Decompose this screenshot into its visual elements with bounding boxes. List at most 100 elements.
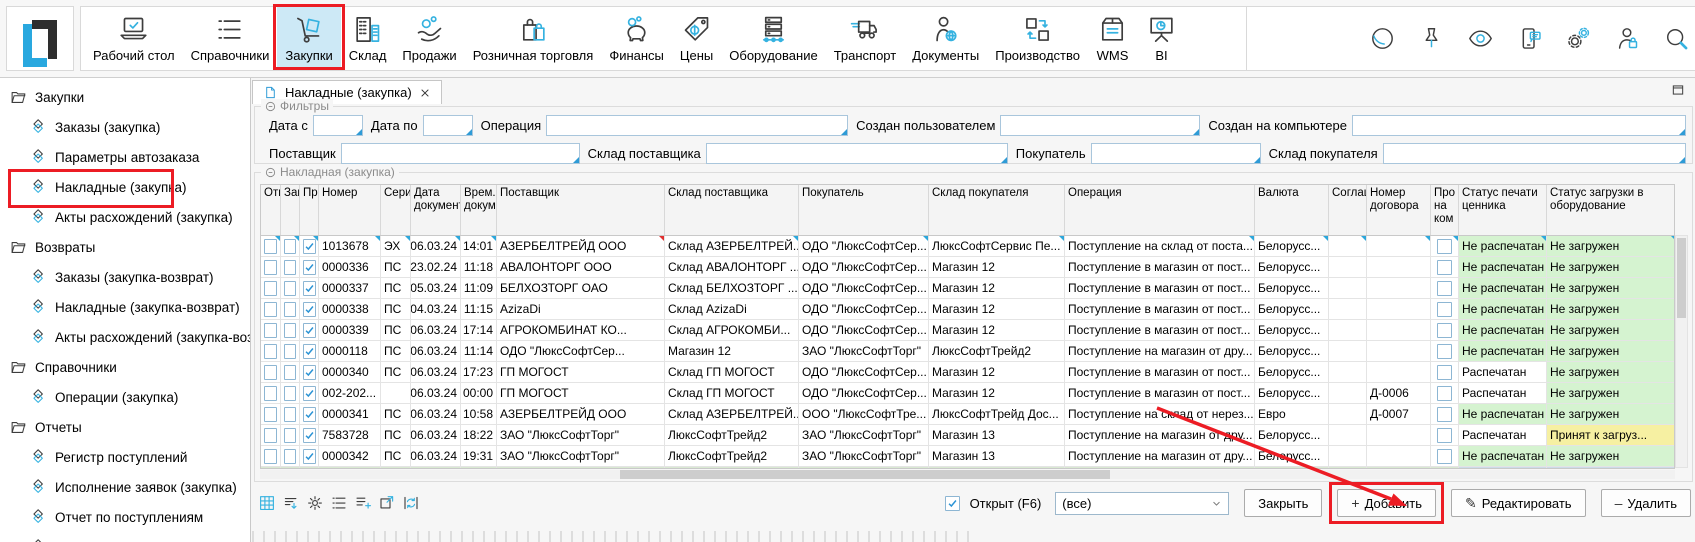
cell-ser[interactable]: ПС bbox=[381, 278, 411, 298]
cell-supplier_wh[interactable]: Склад ЯРМАРКА ВКУ... bbox=[665, 467, 799, 469]
cell-buyer_wh[interactable]: Магазин 12 bbox=[929, 299, 1065, 319]
cell-cur[interactable]: Белорусс... bbox=[1255, 425, 1329, 445]
cell-buyer_wh[interactable]: ЛюксСофтТрейд Дос... bbox=[929, 404, 1065, 424]
checkbox-unchecked[interactable] bbox=[284, 323, 296, 338]
cell-pro[interactable] bbox=[300, 362, 319, 382]
vertical-scrollbar[interactable] bbox=[1675, 235, 1688, 468]
cell-time[interactable]: 17:23 bbox=[461, 362, 497, 382]
restore-window-icon[interactable] bbox=[1671, 83, 1685, 97]
cell-pro[interactable] bbox=[300, 341, 319, 361]
sidebar-item-orders-purchase[interactable]: Заказы (закупка) bbox=[0, 112, 250, 142]
cell-op[interactable]: Поступление в магазин от пост... bbox=[1065, 320, 1255, 340]
checkbox-unchecked[interactable] bbox=[1437, 281, 1452, 296]
cell-zakr[interactable] bbox=[281, 404, 300, 424]
cell-agreed[interactable] bbox=[1329, 299, 1367, 319]
column-header-pro[interactable]: Про bbox=[300, 185, 319, 235]
checkbox-unchecked[interactable] bbox=[1437, 239, 1452, 254]
cell-time[interactable]: 10:58 bbox=[461, 404, 497, 424]
clock-icon[interactable] bbox=[1369, 25, 1396, 52]
cell-otm[interactable] bbox=[261, 257, 281, 277]
checkbox-unchecked[interactable] bbox=[1437, 407, 1452, 422]
cell-pro2[interactable] bbox=[1431, 278, 1459, 298]
table-row[interactable]: 0000340ПС06.03.2417:23ГП МОГОСТСклад ГП … bbox=[261, 362, 1674, 383]
cell-load_status[interactable]: Не загружен bbox=[1547, 278, 1675, 298]
checkbox-checked[interactable] bbox=[303, 302, 316, 317]
cell-num[interactable]: 0000339 bbox=[319, 320, 381, 340]
cell-zakr[interactable] bbox=[281, 257, 300, 277]
cell-otm[interactable] bbox=[261, 320, 281, 340]
cell-num[interactable]: 0000340 bbox=[319, 362, 381, 382]
cell-num[interactable]: 0000118 bbox=[319, 341, 381, 361]
cell-pro[interactable] bbox=[300, 425, 319, 445]
cell-contract[interactable] bbox=[1367, 236, 1431, 256]
column-header-pro2[interactable]: Про на ком bbox=[1431, 185, 1459, 235]
cell-supplier_wh[interactable]: Склад АГРОКОМБИ... bbox=[665, 320, 799, 340]
phone-message-icon[interactable] bbox=[1516, 25, 1543, 52]
cell-print_status[interactable]: Не распечатан bbox=[1459, 341, 1547, 361]
column-header-buyer_wh[interactable]: Склад покупателя bbox=[929, 185, 1065, 235]
cell-supplier_wh[interactable]: Склад БЕЛХОЗТОРГ ... bbox=[665, 278, 799, 298]
sidebar-item-returns[interactable]: Возвраты bbox=[0, 232, 250, 262]
cell-date[interactable]: 06.03.24 bbox=[411, 236, 461, 256]
sort-icon[interactable] bbox=[282, 494, 300, 512]
checkbox-checked[interactable] bbox=[303, 344, 316, 359]
filter-supplier-warehouse-input[interactable] bbox=[706, 143, 1008, 164]
cell-supplier[interactable]: ГП МОГОСТ bbox=[497, 383, 665, 403]
gear-icon[interactable] bbox=[306, 494, 324, 512]
checkbox-unchecked[interactable] bbox=[284, 449, 296, 464]
tab-close-icon[interactable] bbox=[420, 88, 430, 98]
refresh-icon[interactable] bbox=[402, 494, 420, 512]
table-row[interactable]: 1013678ЭХ06.03.2414:01АЗЕРБЕЛТРЕЙД ОООСк… bbox=[261, 236, 1674, 257]
cell-supplier_wh[interactable]: ЛюксСофтТрейд2 bbox=[665, 425, 799, 445]
cell-buyer[interactable]: ЗАО "ЛюксСофтТорг" bbox=[799, 446, 929, 466]
cell-time[interactable]: 17:14 bbox=[461, 320, 497, 340]
settings-gears-icon[interactable] bbox=[1565, 25, 1592, 52]
checkbox-unchecked[interactable] bbox=[264, 344, 277, 359]
cell-op[interactable]: Накладные расходы bbox=[1065, 467, 1255, 469]
horizontal-scrollbar-thumb[interactable] bbox=[620, 470, 1110, 479]
cell-cur[interactable]: Белорусс... bbox=[1255, 257, 1329, 277]
checkbox-checked[interactable] bbox=[303, 281, 316, 296]
table-row[interactable]: 7583728ПС06.03.2418:22ЗАО "ЛюксСофтТорг"… bbox=[261, 425, 1674, 446]
cell-otm[interactable] bbox=[261, 236, 281, 256]
cell-load_status[interactable]: Принят к загруз... bbox=[1547, 425, 1675, 445]
cell-load_status[interactable]: Не загружен bbox=[1547, 320, 1675, 340]
cell-pro2[interactable] bbox=[1431, 257, 1459, 277]
cell-otm[interactable] bbox=[261, 341, 281, 361]
cell-print_status[interactable]: Не распечатан bbox=[1459, 467, 1547, 469]
checkbox-checked[interactable] bbox=[303, 449, 316, 464]
external-icon[interactable] bbox=[378, 494, 396, 512]
sidebar-item-receipts-report[interactable]: Отчет по поступлениям bbox=[0, 502, 250, 532]
cell-zakr[interactable] bbox=[281, 383, 300, 403]
checkbox-unchecked[interactable] bbox=[264, 365, 277, 380]
cell-num[interactable]: 0000341 bbox=[319, 404, 381, 424]
pin-icon[interactable] bbox=[1418, 25, 1445, 52]
checkbox-unchecked[interactable] bbox=[1437, 386, 1452, 401]
cell-num[interactable]: 1013678 bbox=[319, 236, 381, 256]
sidebar-item-discrepancy-acts[interactable]: Акты расхождений (закупка) bbox=[0, 202, 250, 232]
cell-buyer_wh[interactable] bbox=[929, 467, 1065, 469]
cell-load_status[interactable]: Не загружен bbox=[1547, 236, 1675, 256]
filter-operation-input[interactable] bbox=[546, 115, 848, 136]
nav-item-transport[interactable]: Транспорт bbox=[826, 7, 905, 70]
cell-pro[interactable] bbox=[300, 467, 319, 469]
cell-load_status[interactable]: Не загружен bbox=[1547, 404, 1675, 424]
checkbox-unchecked[interactable] bbox=[264, 407, 277, 422]
sidebar-item-purchases[interactable]: Закупки bbox=[0, 82, 250, 112]
cell-load_status[interactable]: Не загружен bbox=[1547, 257, 1675, 277]
cell-pro[interactable] bbox=[300, 446, 319, 466]
cell-pro2[interactable] bbox=[1431, 446, 1459, 466]
cell-ser[interactable]: ПС bbox=[381, 425, 411, 445]
horizontal-scrollbar[interactable] bbox=[260, 470, 1675, 479]
cell-otm[interactable] bbox=[261, 278, 281, 298]
cell-agreed[interactable] bbox=[1329, 467, 1367, 469]
cell-ser[interactable]: ПС bbox=[381, 341, 411, 361]
vertical-scrollbar-thumb[interactable] bbox=[1677, 238, 1686, 318]
checkbox-checked[interactable] bbox=[303, 428, 316, 443]
cell-supplier_wh[interactable]: Магазин 12 bbox=[665, 341, 799, 361]
cell-date[interactable]: 23.02.24 bbox=[411, 257, 461, 277]
table-row[interactable]: 0000343ПС06.03.2419:36ЯРМАРКА ВКУСА ОООС… bbox=[261, 467, 1674, 469]
checkbox-unchecked[interactable] bbox=[1437, 365, 1452, 380]
cell-op[interactable]: Поступление на магазин от дру... bbox=[1065, 446, 1255, 466]
column-header-cur[interactable]: Валюта bbox=[1255, 185, 1329, 235]
